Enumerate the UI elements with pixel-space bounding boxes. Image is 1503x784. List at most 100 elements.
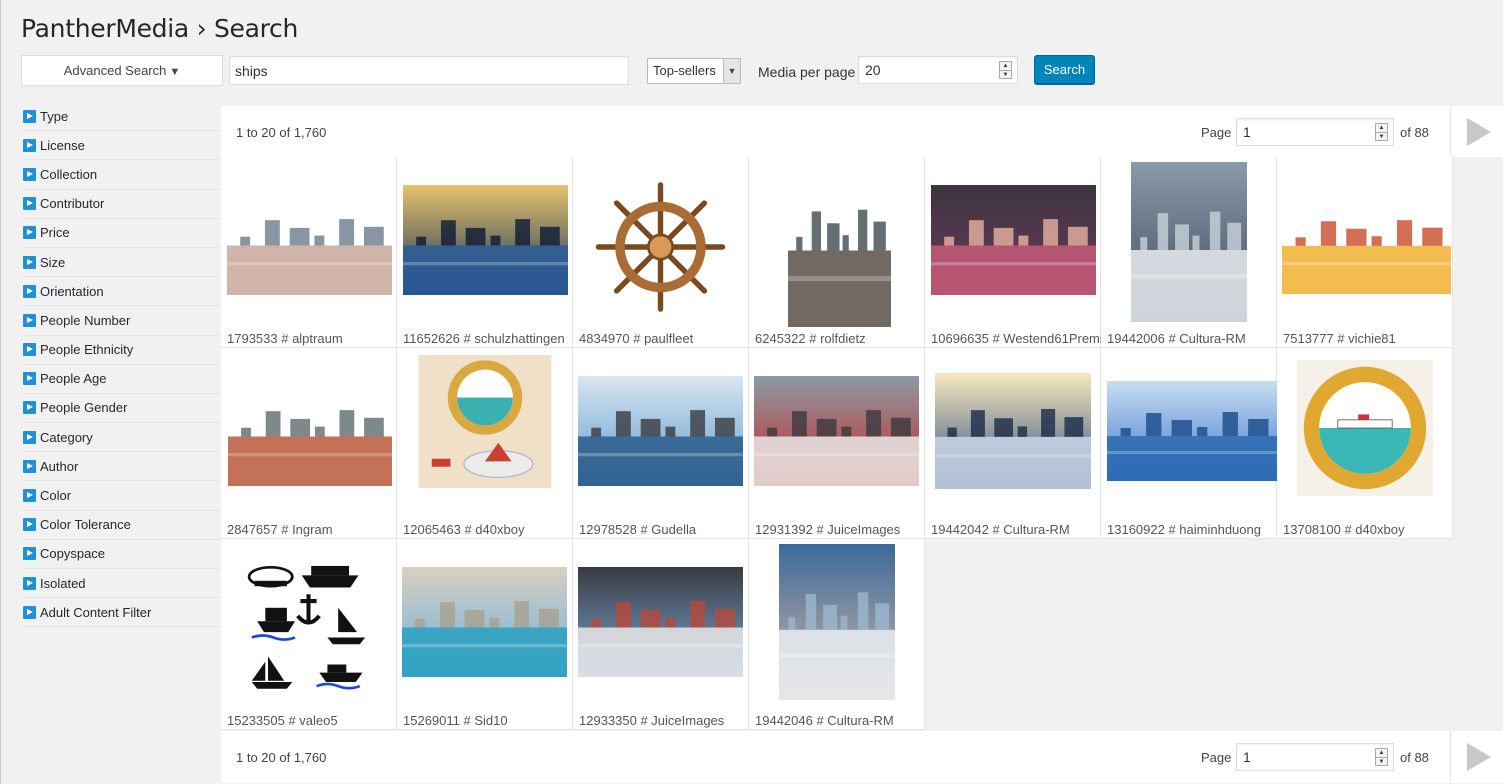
filter-item[interactable]: Price [21,219,221,248]
result-caption: 19442042 # Cultura-RM [931,522,1070,537]
filter-item[interactable]: People Number [21,306,221,336]
expand-icon [23,197,36,211]
thumbnail-image[interactable] [227,185,392,295]
media-per-page-input[interactable]: 20 ▲ ▼ [858,56,1018,84]
result-tile[interactable]: 6245322 # rolfdietz [749,157,925,348]
chevron-down-icon[interactable]: ▼ [723,59,740,83]
advanced-search-button[interactable]: Advanced Search ▼ [21,55,223,86]
filter-item[interactable]: Color [21,481,221,511]
filter-item[interactable]: Color Tolerance [21,511,221,540]
filter-label: Category [40,429,93,445]
expand-icon [23,313,36,327]
filter-item[interactable]: License [21,131,221,161]
search-button[interactable]: Search [1034,55,1095,84]
page-number-input[interactable]: 1 ▲ ▼ [1236,118,1394,146]
result-caption: 11652626 # schulzhattingen [403,331,565,346]
thumbnail-image[interactable] [578,567,743,677]
result-tile[interactable]: 11652626 # schulzhattingen [397,157,573,348]
thumbnail-frame [397,539,573,709]
result-tile[interactable]: 12933350 # JuiceImages [573,539,749,730]
filter-label: People Number [40,312,131,328]
filter-item[interactable]: People Ethnicity [21,336,221,365]
result-tile[interactable]: 10696635 # Westend61Premium [925,157,1101,348]
result-caption: 19442046 # Cultura-RM [755,713,894,728]
filter-label: People Age [40,371,107,387]
filter-item[interactable]: Size [21,248,221,278]
result-caption: 13160922 # haiminhduong [1107,522,1261,537]
result-tile[interactable]: 15233505 # valeo5 [221,539,397,730]
filter-item[interactable]: Author [21,452,221,482]
thumbnail-image[interactable] [402,567,567,677]
thumbnail-image[interactable] [241,554,376,694]
next-page-icon[interactable] [1450,731,1503,783]
result-caption: 12933350 # JuiceImages [579,713,725,728]
filter-item[interactable]: Adult Content Filter [21,598,221,628]
expand-icon [23,576,36,590]
result-tile[interactable]: 13708100 # d40xboy [1277,348,1453,539]
page-label: Page [1201,125,1232,140]
filter-item[interactable]: Category [21,423,221,453]
filter-item[interactable]: Type [21,102,221,132]
filter-label: Adult Content Filter [40,604,152,620]
thumbnail-image[interactable] [593,172,728,322]
expand-icon [23,343,36,357]
advanced-search-label: Advanced Search [63,63,167,78]
page-stepper[interactable]: ▲ ▼ [1375,123,1388,141]
expand-icon [23,138,36,152]
filter-label: Type [40,108,69,124]
filter-label: Color Tolerance [40,517,131,533]
window-edge [0,0,1,784]
thumbnail-image[interactable] [228,376,392,486]
search-input[interactable] [229,56,629,85]
thumbnail-image[interactable] [931,185,1096,295]
thumbnail-image[interactable] [1107,381,1277,481]
next-page-icon[interactable] [1450,106,1503,157]
filter-item[interactable]: Isolated [21,569,221,599]
expand-icon [23,547,36,561]
number-stepper[interactable]: ▲ ▼ [999,61,1012,79]
result-tile[interactable]: 12065463 # d40xboy [397,348,573,539]
thumbnail-image[interactable] [788,157,891,327]
page-stepper[interactable]: ▲ ▼ [1375,748,1388,766]
sort-select-value: Top-sellers [653,63,716,78]
result-tile[interactable]: 4834970 # paulfleet [573,157,749,348]
expand-icon [23,459,36,473]
result-tile[interactable]: 15269011 # Sid10 [397,539,573,730]
results-grid: 1793533 # alptraum 11652626 # schulzhatti… [221,157,1503,731]
filter-sidebar: Type License Collection Contributor Price Siz… [21,102,221,628]
result-tile[interactable]: 7513777 # vichie81 [1277,157,1453,348]
caret-down-icon: ▼ [169,66,181,78]
filter-label: Color [40,488,72,504]
thumbnail-image[interactable] [403,185,568,295]
page-number-input[interactable]: 1 ▲ ▼ [1236,743,1394,771]
result-tile[interactable]: 2847657 # Ingram [221,348,397,539]
filter-label: Isolated [40,575,86,591]
thumbnail-image[interactable] [578,376,743,486]
thumbnail-image[interactable] [1282,187,1451,294]
thumbnail-image[interactable] [1297,358,1433,498]
thumbnail-frame [397,157,573,327]
filter-item[interactable]: Collection [21,160,221,190]
sort-select[interactable]: Top-sellers ▼ [647,58,741,84]
thumbnail-frame [749,539,925,709]
thumbnail-image[interactable] [1131,162,1247,322]
filter-item[interactable]: Orientation [21,277,221,307]
result-tile[interactable]: 19442046 # Cultura-RM [749,539,925,730]
filter-label: Author [40,458,79,474]
thumbnail-image[interactable] [779,544,895,700]
result-tile[interactable]: 13160922 # haiminhduong [1101,348,1277,539]
thumbnail-image[interactable] [935,373,1091,489]
thumbnail-frame [221,539,397,709]
filter-item[interactable]: Copyspace [21,540,221,569]
result-tile[interactable]: 19442006 # Cultura-RM [1101,157,1277,348]
result-tile[interactable]: 19442042 # Cultura-RM [925,348,1101,539]
thumbnail-image[interactable] [754,376,919,486]
filter-item[interactable]: People Gender [21,394,221,424]
thumbnail-image[interactable] [418,355,552,488]
result-tile[interactable]: 1793533 # alptraum [221,157,397,348]
filter-item[interactable]: Contributor [21,190,221,219]
expand-icon [23,372,36,386]
filter-item[interactable]: People Age [21,365,221,394]
result-tile[interactable]: 12931392 # JuiceImages [749,348,925,539]
result-tile[interactable]: 12978528 # Gudella [573,348,749,539]
